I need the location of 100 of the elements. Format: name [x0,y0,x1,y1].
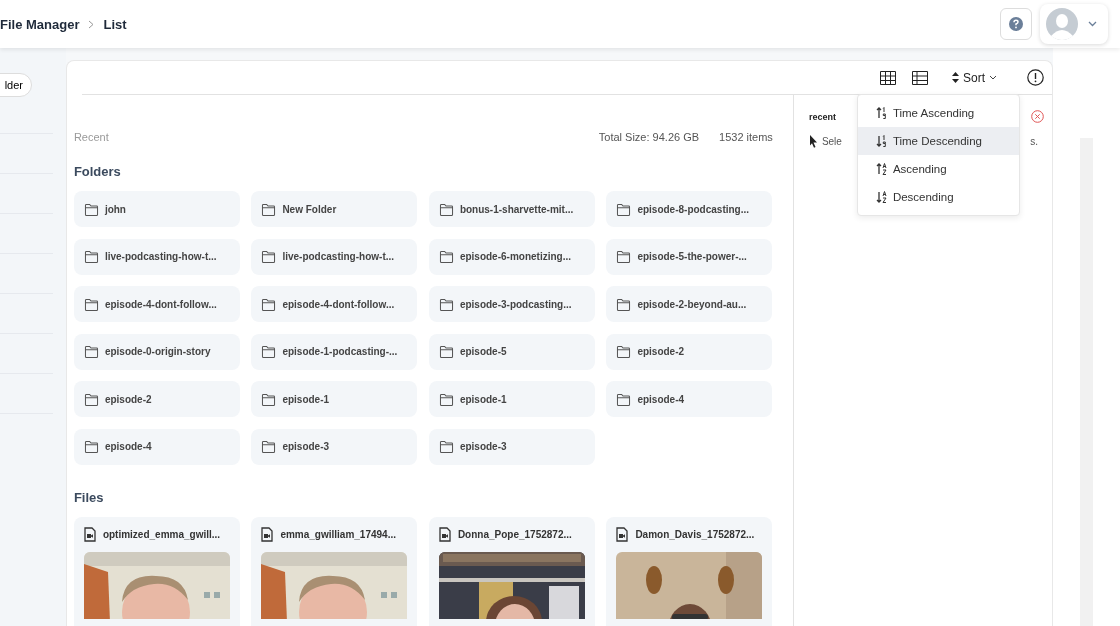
folder-name: episode-2 [637,346,685,357]
folder-card[interactable]: episode-4 [73,428,240,465]
folder-name: john [104,203,126,215]
file-name: Damon_Davis_1752872... [635,528,755,540]
grid-icon [880,70,897,85]
chevron-right-icon [88,19,95,29]
sort-order-icon [875,162,887,176]
video-file-icon [616,526,629,542]
folder-name: bonus-1-sharvette-mit... [459,203,574,215]
folder-card[interactable]: episode-5 [428,333,595,370]
folder-card[interactable]: episode-1 [428,381,595,417]
folder-card[interactable]: episode-2 [73,381,240,417]
folder-card[interactable]: john [73,191,240,227]
folder-card[interactable]: episode-1 [251,381,418,417]
sort-order-icon [875,106,887,120]
folder-icon [261,297,277,311]
folder-icon [261,345,277,358]
pointer-icon [808,135,818,148]
folder-name: New Folder [282,203,337,215]
new-folder-button[interactable]: lder [0,73,32,97]
folder-card[interactable]: episode-4-dont-follow... [251,286,418,322]
location-label: Recent [73,131,109,143]
info-button[interactable] [1027,69,1045,86]
grid-view-button[interactable] [880,70,897,85]
folder-icon [261,250,277,263]
folder-icon [616,250,632,263]
folder-name: episode-4 [104,441,152,452]
help-icon [1009,17,1023,31]
folder-name: episode-1 [282,393,330,405]
folder-name: episode-2-beyond-au... [637,298,747,310]
sort-order-icon [875,190,887,204]
chevron-down-icon [989,75,998,80]
avatar-icon [1046,8,1078,40]
video-file-icon [438,526,451,542]
file-name: optimized_emma_gwill... [102,528,221,540]
details-title: recent [808,111,836,122]
folder-card[interactable]: New Folder [251,191,418,227]
folder-icon [438,440,454,453]
file-card[interactable]: Donna_Pope_1752872... [428,516,595,626]
folder-name: episode-6-monetizing... [459,251,571,262]
table-icon [912,70,929,85]
folder-card[interactable]: episode-0-origin-story [73,333,240,370]
folder-card[interactable]: episode-1-podcasting-... [251,333,418,370]
folder-name: episode-5 [459,346,507,357]
file-card[interactable]: emma_gwilliam_17494... [251,516,418,626]
folder-card[interactable]: live-podcasting-how-t... [73,238,240,275]
folder-name: episode-3 [282,441,330,452]
sort-icon [952,72,960,83]
folder-card[interactable]: episode-3 [428,428,595,465]
folder-card[interactable]: episode-5-the-power-... [606,238,773,275]
video-file-icon [261,526,274,542]
file-name: Donna_Pope_1752872... [457,528,572,540]
folder-icon [83,297,99,311]
folder-card[interactable]: episode-2-beyond-au... [606,286,773,322]
close-icon[interactable] [1031,110,1045,123]
item-count: 1532 items [719,131,773,143]
folder-name: episode-5-the-power-... [637,251,747,262]
file-card[interactable]: optimized_emma_gwill... [73,516,240,626]
folder-card[interactable]: episode-4 [606,381,773,417]
details-hint: s. [1030,136,1039,147]
folder-icon [438,297,454,311]
details-hint: Sele [821,136,842,147]
folder-card[interactable]: bonus-1-sharvette-mit... [428,191,595,227]
folder-card[interactable]: live-podcasting-how-t... [251,238,418,275]
folder-card[interactable]: episode-4-dont-follow... [73,286,240,322]
folder-card[interactable]: episode-3-podcasting... [428,286,595,322]
folder-icon [261,440,277,453]
file-card[interactable]: Damon_Davis_1752872... [606,516,773,626]
list-view-button[interactable] [912,70,929,85]
folder-name: episode-4 [637,393,685,405]
folder-icon [83,440,99,453]
section-title: Files [73,489,105,505]
sort-option[interactable]: Descending [857,183,1019,211]
chevron-down-icon [1088,21,1097,27]
folder-card[interactable]: episode-6-monetizing... [428,238,595,275]
folder-name: episode-0-origin-story [104,346,211,357]
folder-icon [261,392,277,406]
folder-icon [261,202,277,216]
folder-name: live-podcasting-how-t... [104,251,217,262]
sort-option[interactable]: Time Descending [857,127,1019,155]
folder-card[interactable]: episode-2 [606,333,773,370]
breadcrumb-link[interactable]: File Manager [0,16,80,32]
folder-icon [438,392,454,406]
section-title: Folders [73,164,122,179]
folder-icon [83,202,99,216]
sort-option[interactable]: Ascending [857,155,1019,183]
folder-icon [83,345,99,358]
folder-name: episode-1 [459,393,507,405]
folder-card[interactable]: episode-8-podcasting... [606,191,773,227]
help-button[interactable] [1000,8,1032,40]
folder-card[interactable]: episode-3 [251,428,418,465]
sort-button[interactable]: Sort [952,70,998,85]
sort-option[interactable]: Time Ascending [857,99,1019,127]
sort-order-icon [875,134,887,148]
folder-icon [616,297,632,311]
folder-icon [616,202,632,216]
folder-icon [438,345,454,358]
total-size: Total Size: 94.26 GB [598,131,700,143]
folder-name: episode-3 [459,441,507,452]
folder-icon [83,392,99,406]
